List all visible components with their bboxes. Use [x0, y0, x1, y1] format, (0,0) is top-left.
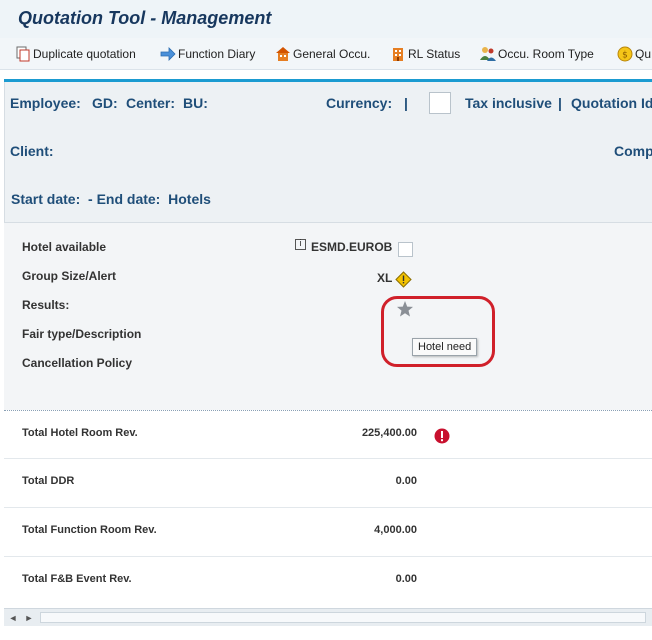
group-size-label: Group Size/Alert	[22, 269, 117, 283]
fair-type-label: Fair type/Description	[22, 327, 142, 341]
duplicate-quotation-label: Duplicate quotation	[33, 47, 136, 61]
title-bar: Quotation Tool - Management	[0, 0, 652, 38]
header-panel: Employee: GD: Center: BU: Currency: | Ta…	[4, 82, 652, 222]
tax-inclusive-label: Tax inclusive	[465, 95, 552, 111]
table-row: Total Hotel Room Rev. 225,400.00	[4, 410, 652, 459]
arrow-right-icon	[160, 46, 176, 62]
hotel-available-value: ESMD.EUROB	[311, 240, 393, 254]
occupancy-room-type-button[interactable]: Occu. Room Type	[480, 44, 594, 64]
horizontal-scrollbar[interactable]: ◄ ►	[4, 608, 652, 626]
coin-icon: $	[617, 46, 633, 62]
totals-panel: Total Hotel Room Rev. 225,400.00 Total D…	[4, 410, 652, 608]
total-ddr-value: 0.00	[395, 475, 417, 487]
qu-label: Qu	[635, 47, 652, 61]
employee-label: Employee:	[10, 95, 81, 111]
duplicate-quotation-button[interactable]: Duplicate quotation	[15, 44, 136, 64]
client-label: Client:	[10, 143, 54, 159]
total-hotel-room-rev-label: Total Hotel Room Rev.	[22, 427, 138, 439]
warning-icon[interactable]	[395, 271, 412, 288]
toolbar: Duplicate quotation Function Diary Gener…	[0, 38, 652, 70]
tooltip: Hotel need	[412, 338, 478, 356]
info-icon[interactable]: i	[295, 239, 306, 250]
separator: |	[558, 95, 562, 111]
people-icon	[480, 46, 496, 62]
hotel-fields-panel: Hotel available i ESMD.EUROB Group Size/…	[4, 222, 652, 410]
center-label: Center:	[126, 95, 176, 111]
scrollbar-track[interactable]	[40, 612, 646, 623]
function-diary-button[interactable]: Function Diary	[160, 44, 255, 64]
quotation-id-label: Quotation Id	[571, 95, 652, 111]
rl-status-label: RL Status	[408, 47, 461, 61]
cancellation-policy-label: Cancellation Policy	[22, 356, 133, 370]
highlight-circle	[381, 296, 495, 367]
building-icon	[275, 46, 291, 62]
window-title: Quotation Tool - Management	[18, 8, 272, 28]
separator: |	[404, 95, 408, 111]
hotel-icon	[390, 46, 406, 62]
currency-label: Currency:	[326, 95, 393, 111]
tax-inclusive-checkbox[interactable]	[429, 92, 451, 114]
dates-label: Start date: - End date: Hotels	[11, 191, 211, 207]
qu-button[interactable]: $ Qu	[617, 44, 651, 64]
rl-status-button[interactable]: RL Status	[390, 44, 460, 64]
group-size-value: XL	[377, 271, 393, 285]
total-function-room-rev-label: Total Function Room Rev.	[22, 524, 157, 536]
table-row: Total Function Room Rev. 4,000.00	[4, 508, 652, 557]
total-function-room-rev-value: 4,000.00	[374, 524, 417, 536]
occupancy-room-type-label: Occu. Room Type	[498, 47, 594, 61]
general-occupancy-button[interactable]: General Occu.	[275, 44, 370, 64]
total-hotel-room-rev-value: 225,400.00	[361, 427, 417, 439]
table-row: Total DDR 0.00	[4, 459, 652, 508]
table-row: Total F&B Event Rev. 0.00	[4, 557, 652, 606]
total-fb-event-rev-value: 0.00	[395, 573, 417, 585]
results-label: Results:	[22, 298, 70, 312]
duplicate-icon	[15, 46, 31, 62]
svg-text:$: $	[622, 51, 628, 61]
hotel-available-label: Hotel available	[22, 240, 107, 254]
general-occupancy-label: General Occu.	[293, 47, 371, 61]
scroll-next-icon[interactable]: ►	[22, 611, 36, 625]
function-diary-label: Function Diary	[178, 47, 256, 61]
total-ddr-label: Total DDR	[22, 475, 75, 487]
total-fb-event-rev-label: Total F&B Event Rev.	[22, 573, 132, 585]
company-label: Comp	[614, 143, 652, 159]
bu-label: BU:	[183, 95, 208, 111]
error-icon[interactable]	[434, 428, 450, 444]
scroll-first-icon[interactable]: ◄	[6, 611, 20, 625]
hotel-available-checkbox[interactable]	[398, 242, 413, 257]
gd-label: GD:	[92, 95, 118, 111]
